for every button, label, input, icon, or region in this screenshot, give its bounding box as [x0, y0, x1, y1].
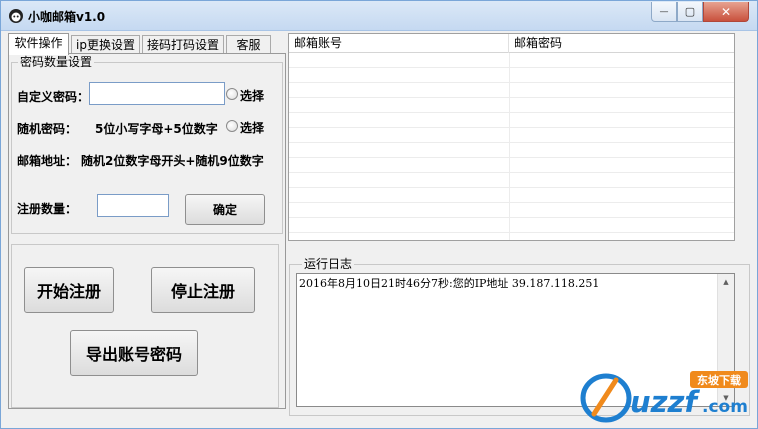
tab-customer-service[interactable]: 客服 [226, 35, 271, 55]
tab-software-operation[interactable]: 软件操作 [8, 33, 69, 55]
table-row [289, 173, 734, 188]
close-icon: ✕ [720, 4, 732, 19]
register-count-label: 注册数量： [17, 202, 78, 216]
column-header-email-account[interactable]: 邮箱账号 [289, 34, 509, 53]
table-row [289, 158, 734, 173]
app-window: 小咖邮箱v1.0 — ▢ ✕ 软件操作 ip更换设置 接码打码设置 客服 密码数… [0, 0, 758, 429]
watermark-badge: 东坡下载 [697, 373, 741, 387]
watermark-suffix: .com [702, 397, 748, 417]
random-password-radio-label: 选择 [240, 121, 265, 135]
tab-label: 接码打码设置 [146, 38, 219, 52]
scroll-up-icon[interactable]: ▲ [718, 274, 734, 290]
table-header: 邮箱账号 邮箱密码 [289, 34, 734, 53]
random-password-label: 随机密码： [17, 122, 78, 136]
window-title: 小咖邮箱v1.0 [28, 10, 106, 24]
column-header-email-password[interactable]: 邮箱密码 [509, 34, 734, 53]
custom-password-radio[interactable] [226, 88, 238, 100]
maximize-icon: ▢ [684, 5, 696, 18]
minimize-button[interactable]: — [651, 2, 677, 22]
table-row [289, 113, 734, 128]
custom-password-radio-label: 选择 [240, 89, 265, 103]
title-bar[interactable]: 小咖邮箱v1.0 — ▢ ✕ [1, 1, 757, 31]
watermark-text: uzzf [630, 385, 700, 419]
table-row [289, 98, 734, 113]
email-address-description: 随机2位数字母开头+随机9位数字 [81, 154, 264, 168]
close-button[interactable]: ✕ [703, 2, 749, 22]
start-register-button[interactable]: 开始注册 [24, 267, 114, 313]
tab-ip-settings[interactable]: ip更换设置 [71, 35, 140, 55]
minimize-icon: — [659, 6, 669, 17]
register-count-input[interactable] [97, 194, 169, 217]
confirm-button[interactable]: 确定 [185, 194, 265, 225]
group-legend: 运行日志 [302, 257, 355, 271]
password-settings-group: 密码数量设置 自定义密码： 选择 随机密码： 5位小写字母+5位数字 选择 邮箱… [11, 55, 283, 234]
random-password-description: 5位小写字母+5位数字 [95, 122, 218, 136]
stop-register-button[interactable]: 停止注册 [151, 267, 255, 313]
tab-label: 客服 [236, 38, 261, 52]
accounts-table[interactable]: 邮箱账号 邮箱密码 [288, 33, 735, 241]
table-row [289, 218, 734, 233]
table-row [289, 143, 734, 158]
group-legend: 密码数量设置 [18, 55, 95, 69]
log-line: 2016年8月10日21时46分7秒:您的IP地址 39.187.118.251 [299, 277, 600, 290]
tab-panel: 密码数量设置 自定义密码： 选择 随机密码： 5位小写字母+5位数字 选择 邮箱… [8, 53, 286, 409]
email-address-label: 邮箱地址： [17, 154, 78, 168]
tab-label: 软件操作 [14, 36, 63, 50]
table-row [289, 188, 734, 203]
export-accounts-button[interactable]: 导出账号密码 [70, 330, 198, 376]
maximize-button[interactable]: ▢ [677, 2, 703, 22]
actions-group: 开始注册 停止注册 导出账号密码 [11, 244, 279, 408]
tab-label: ip更换设置 [76, 38, 135, 52]
table-row [289, 128, 734, 143]
table-row [289, 53, 734, 68]
table-row [289, 68, 734, 83]
app-icon [9, 9, 23, 23]
custom-password-input[interactable] [89, 82, 225, 105]
table-row [289, 83, 734, 98]
uzzf-watermark-logo: 东坡下载 uzzf .com [580, 371, 748, 423]
table-row [289, 203, 734, 218]
custom-password-label: 自定义密码： [17, 90, 90, 104]
random-password-radio[interactable] [226, 120, 238, 132]
tab-captcha-settings[interactable]: 接码打码设置 [142, 35, 224, 55]
